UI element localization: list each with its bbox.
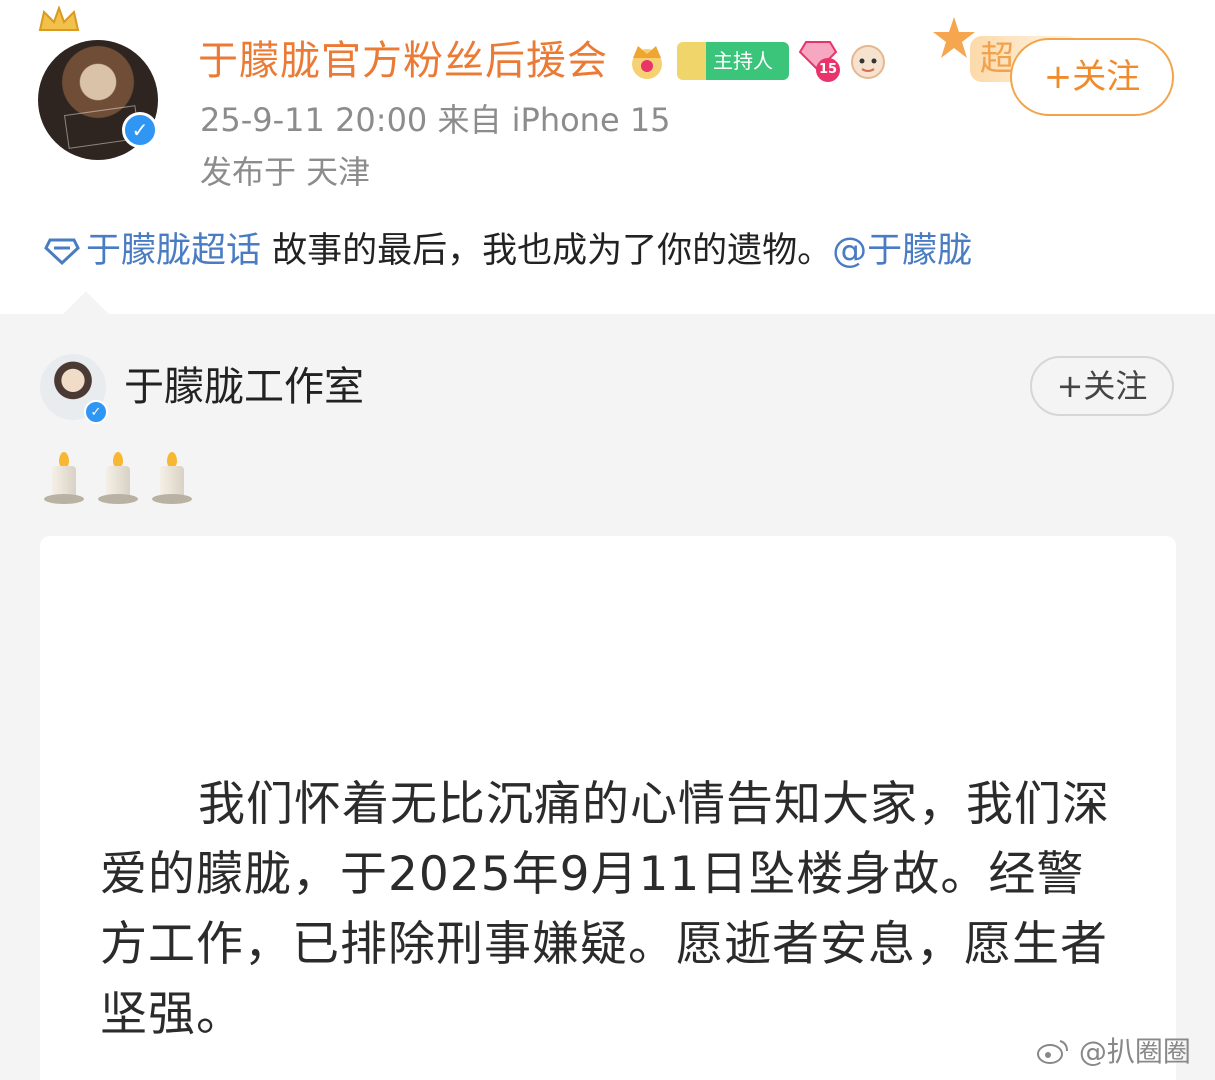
studio-verified-icon: ✓ xyxy=(84,400,108,424)
topic-diamond-icon xyxy=(44,238,80,266)
topic-link[interactable]: 于朦胧超话 xyxy=(86,231,261,271)
candle-icon xyxy=(98,452,138,504)
follow-button[interactable]: +关注 xyxy=(1010,38,1174,116)
candle-icon xyxy=(152,452,192,504)
post-meta: 25-9-11 20:00 来自 iPhone 15 xyxy=(200,101,671,139)
weibo-post-screen: ✓ 于朦胧官方粉丝后援会 主持人 15 25-9-11 20:00 来自 iPh… xyxy=(0,0,1215,1080)
reposted-content[interactable]: ✓ 于朦胧工作室 +关注 我们怀着无比沉痛的心情告知大家，我们深爱的朦胧，于20… xyxy=(0,291,1215,1080)
verified-icon: ✓ xyxy=(122,112,158,148)
watermark-text: @扒圈圈 xyxy=(1078,1035,1191,1068)
level-badge-icon[interactable]: 15 xyxy=(798,40,842,82)
crown-icon xyxy=(38,6,80,31)
level-badge-number: 15 xyxy=(816,58,840,82)
post-location: 发布于 天津 xyxy=(200,153,371,191)
post-text: 于朦胧超话 故事的最后，我也成为了你的遗物。@于朦胧 xyxy=(44,226,972,276)
announcement-text: 我们怀着无比沉痛的心情告知大家，我们深爱的朦胧，于2025年9月11日坠楼身故。… xyxy=(100,777,1110,1042)
post-author-name[interactable]: 于朦胧官方粉丝后援会 xyxy=(198,37,608,85)
host-badge-label: 主持人 xyxy=(713,49,773,73)
host-badge[interactable]: 主持人 xyxy=(677,42,789,80)
crown-badge-icon[interactable] xyxy=(626,40,668,82)
studio-author-name[interactable]: 于朦胧工作室 xyxy=(124,362,364,412)
studio-follow-button[interactable]: +关注 xyxy=(1030,356,1174,416)
post-header: ✓ 于朦胧官方粉丝后援会 主持人 15 25-9-11 20:00 来自 iPh… xyxy=(0,0,1215,310)
weibo-logo-icon xyxy=(1037,1040,1068,1064)
candle-icon xyxy=(44,452,84,504)
candle-emojis xyxy=(44,452,204,504)
post-body-text: 故事的最后，我也成为了你的遗物。 xyxy=(261,231,833,271)
mention-link[interactable]: @于朦胧 xyxy=(832,231,972,271)
mascot-icon[interactable] xyxy=(848,40,888,82)
announcement-image[interactable]: 我们怀着无比沉痛的心情告知大家，我们深爱的朦胧，于2025年9月11日坠楼身故。… xyxy=(40,536,1176,1080)
watermark: @扒圈圈 xyxy=(1036,1032,1206,1072)
